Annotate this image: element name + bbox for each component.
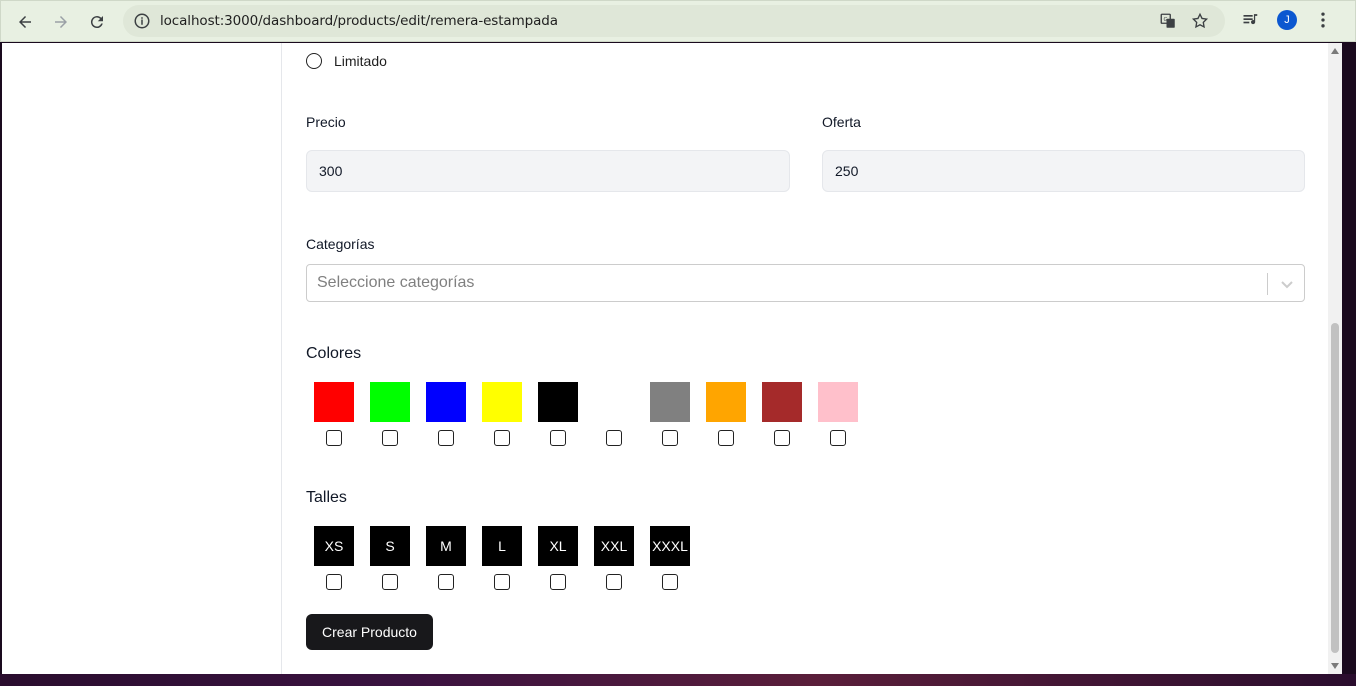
color-checkbox[interactable] — [662, 430, 678, 446]
size-option[interactable]: XS — [314, 526, 354, 590]
size-checkbox[interactable] — [382, 574, 398, 590]
back-button[interactable] — [10, 7, 40, 37]
size-checkbox[interactable] — [550, 574, 566, 590]
scrollbar[interactable] — [1328, 43, 1342, 674]
color-checkbox[interactable] — [438, 430, 454, 446]
forward-button[interactable] — [46, 7, 76, 37]
select-separator — [1267, 273, 1268, 295]
url-text[interactable]: localhost:3000/dashboard/products/edit/r… — [160, 13, 558, 29]
color-option[interactable] — [650, 382, 690, 446]
scrollbar-thumb[interactable] — [1331, 323, 1339, 653]
color-option[interactable] — [762, 382, 802, 446]
size-checkbox[interactable] — [438, 574, 454, 590]
size-checkbox[interactable] — [494, 574, 510, 590]
color-checkbox[interactable] — [774, 430, 790, 446]
color-swatch[interactable] — [482, 382, 522, 422]
color-option[interactable] — [538, 382, 578, 446]
color-swatch[interactable] — [650, 382, 690, 422]
offer-input[interactable]: 250 — [822, 150, 1305, 192]
color-swatch[interactable] — [370, 382, 410, 422]
color-swatch[interactable] — [426, 382, 466, 422]
sizes-label: Talles — [306, 489, 347, 506]
price-label: Precio — [306, 114, 346, 130]
size-label[interactable]: XS — [314, 526, 354, 566]
translate-icon[interactable]: G — [1159, 12, 1177, 30]
size-checkbox[interactable] — [606, 574, 622, 590]
offer-label: Oferta — [822, 114, 861, 130]
more-menu-icon[interactable] — [1313, 10, 1333, 30]
color-option[interactable] — [370, 382, 410, 446]
arrow-left-icon — [19, 16, 31, 28]
star-icon[interactable] — [1191, 12, 1209, 30]
reload-icon — [90, 16, 103, 29]
price-input[interactable]: 300 — [306, 150, 790, 192]
categories-select[interactable]: Seleccione categorías — [306, 264, 1305, 302]
color-checkbox[interactable] — [382, 430, 398, 446]
color-checkbox[interactable] — [550, 430, 566, 446]
color-swatch[interactable] — [706, 382, 746, 422]
chevron-down-icon[interactable] — [1277, 274, 1297, 294]
scroll-up-arrow-icon[interactable] — [1331, 48, 1339, 54]
price-value: 300 — [319, 163, 343, 179]
size-option[interactable]: XXL — [594, 526, 634, 590]
avatar[interactable]: J — [1277, 10, 1297, 30]
categories-placeholder: Seleccione categorías — [317, 274, 475, 291]
color-option[interactable] — [314, 382, 354, 446]
scroll-down-arrow-icon[interactable] — [1331, 663, 1339, 669]
radio-button[interactable] — [306, 53, 322, 69]
color-swatch[interactable] — [818, 382, 858, 422]
color-option[interactable] — [426, 382, 466, 446]
site-info-icon[interactable] — [133, 12, 151, 30]
colors-label: Colores — [306, 345, 362, 362]
size-option[interactable]: M — [426, 526, 466, 590]
size-checkbox[interactable] — [662, 574, 678, 590]
offer-value: 250 — [835, 163, 859, 179]
size-option[interactable]: S — [370, 526, 410, 590]
size-label[interactable]: XXXL — [650, 526, 690, 566]
svg-text:G: G — [1164, 17, 1168, 23]
color-checkbox[interactable] — [718, 430, 734, 446]
desktop-background — [0, 674, 1356, 686]
arrow-right-icon — [55, 16, 67, 28]
color-swatch[interactable] — [538, 382, 578, 422]
media-playlist-icon[interactable] — [1241, 10, 1261, 30]
color-checkbox[interactable] — [326, 430, 342, 446]
color-option[interactable] — [594, 382, 634, 446]
color-swatch[interactable] — [594, 382, 634, 422]
size-checkbox[interactable] — [326, 574, 342, 590]
categories-label: Categorías — [306, 236, 375, 252]
radio-label: Limitado — [334, 53, 387, 69]
size-option[interactable]: XXXL — [650, 526, 690, 590]
size-label[interactable]: L — [482, 526, 522, 566]
color-swatch[interactable] — [762, 382, 802, 422]
size-label[interactable]: XXL — [594, 526, 634, 566]
address-bar[interactable]: localhost:3000/dashboard/products/edit/r… — [123, 5, 1225, 37]
color-option[interactable] — [818, 382, 858, 446]
color-checkbox[interactable] — [830, 430, 846, 446]
color-checkbox[interactable] — [606, 430, 622, 446]
color-checkbox[interactable] — [494, 430, 510, 446]
sidebar — [2, 43, 282, 674]
browser-toolbar: localhost:3000/dashboard/products/edit/r… — [0, 0, 1356, 42]
stock-option-limitado[interactable]: Limitado — [306, 53, 387, 69]
size-label[interactable]: M — [426, 526, 466, 566]
size-label[interactable]: S — [370, 526, 410, 566]
size-option[interactable]: L — [482, 526, 522, 590]
color-option[interactable] — [482, 382, 522, 446]
color-swatch[interactable] — [314, 382, 354, 422]
create-product-button[interactable]: Crear Producto — [306, 614, 433, 650]
size-label[interactable]: XL — [538, 526, 578, 566]
reload-button[interactable] — [82, 7, 112, 37]
color-option[interactable] — [706, 382, 746, 446]
size-option[interactable]: XL — [538, 526, 578, 590]
page-viewport: Limitado Precio 300 Oferta 250 Categoría… — [2, 43, 1342, 674]
